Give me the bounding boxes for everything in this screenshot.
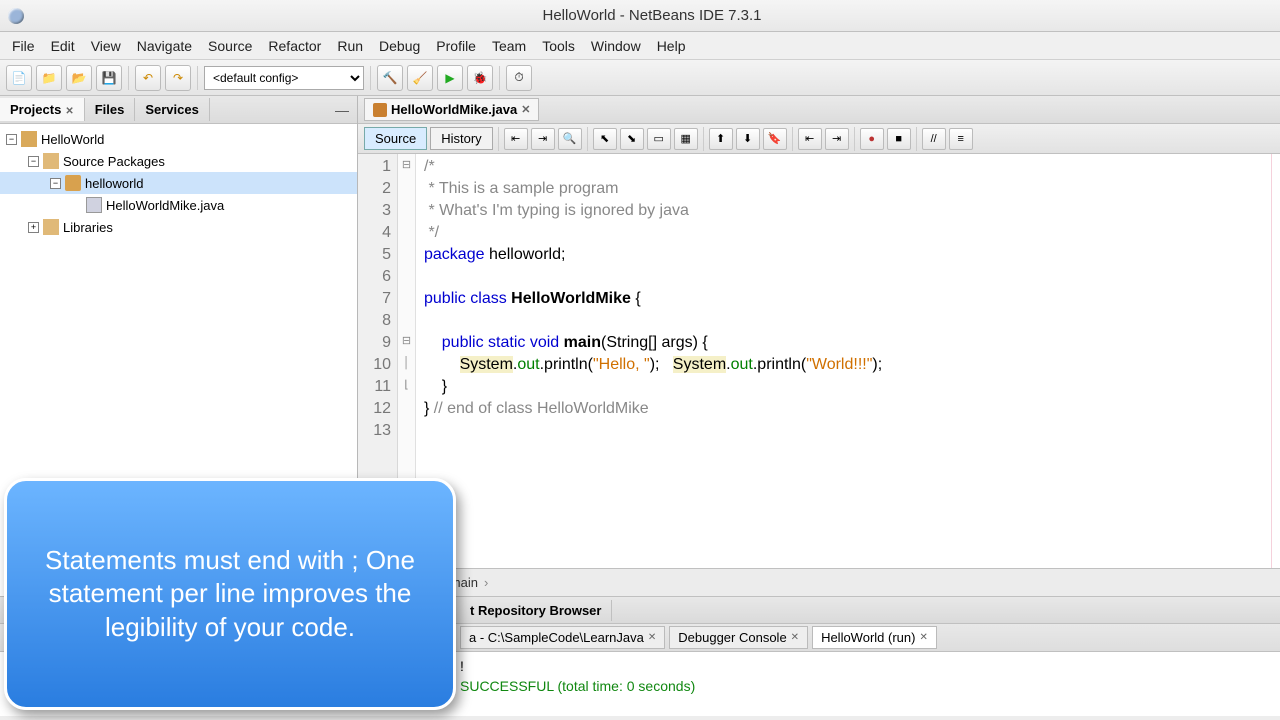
expand-icon[interactable]: −: [6, 134, 17, 145]
find-prev-button[interactable]: ⬉: [593, 128, 617, 150]
menu-navigate[interactable]: Navigate: [129, 35, 200, 57]
menu-view[interactable]: View: [83, 35, 129, 57]
menu-window[interactable]: Window: [583, 35, 649, 57]
tree-sources[interactable]: Source Packages: [63, 154, 165, 169]
menubar: File Edit View Navigate Source Refactor …: [0, 32, 1280, 60]
output-line: !: [460, 656, 1272, 676]
menu-profile[interactable]: Profile: [428, 35, 484, 57]
close-icon[interactable]: ✕: [648, 632, 656, 643]
output-tab-debugger[interactable]: Debugger Console✕: [669, 626, 808, 649]
close-icon[interactable]: ✕: [65, 106, 73, 117]
menu-edit[interactable]: Edit: [43, 35, 83, 57]
java-file-icon: [86, 197, 102, 213]
breadcrumb: Mike › main ›: [358, 568, 1280, 596]
menu-debug[interactable]: Debug: [371, 35, 428, 57]
menu-tools[interactable]: Tools: [534, 35, 583, 57]
shift-right-button[interactable]: ⇥: [825, 128, 849, 150]
output-line: SUCCESSFUL (total time: 0 seconds): [460, 676, 1272, 696]
tab-services[interactable]: Services: [135, 98, 210, 121]
menu-file[interactable]: File: [4, 35, 43, 57]
tab-projects[interactable]: Projects✕: [0, 98, 85, 121]
close-tab-icon[interactable]: ✕: [521, 103, 530, 116]
tree-libraries[interactable]: Libraries: [63, 220, 113, 235]
tree-file[interactable]: HelloWorldMike.java: [106, 198, 224, 213]
main-toolbar: 📄 📁 📂 💾 ↶ ↷ <default config> 🔨 🧹 ▶ 🐞 ⏱: [0, 60, 1280, 96]
tab-history[interactable]: History: [430, 127, 492, 150]
tab-files[interactable]: Files: [85, 98, 136, 121]
window-title: HelloWorld - NetBeans IDE 7.3.1: [32, 7, 1272, 24]
save-all-button[interactable]: 💾: [96, 65, 122, 91]
run-button[interactable]: ▶: [437, 65, 463, 91]
java-file-icon: [373, 103, 387, 117]
find-next-button[interactable]: ⬊: [620, 128, 644, 150]
prev-bookmark-button[interactable]: ⬆: [709, 128, 733, 150]
expand-icon[interactable]: −: [28, 156, 39, 167]
output-tab-run[interactable]: HelloWorld (run)✕: [812, 626, 937, 649]
libraries-icon: [43, 219, 59, 235]
code-editor[interactable]: 12345678910111213 ⊟ ⊟│⌊ /* * This is a s…: [358, 154, 1280, 568]
project-icon: [21, 131, 37, 147]
run-config-select[interactable]: <default config>: [204, 66, 364, 90]
editor-tab-label: HelloWorldMike.java: [391, 102, 517, 117]
build-button[interactable]: 🔨: [377, 65, 403, 91]
redo-button[interactable]: ↷: [165, 65, 191, 91]
next-bookmark-button[interactable]: ⬇: [736, 128, 760, 150]
new-file-button[interactable]: 📄: [6, 65, 32, 91]
new-project-button[interactable]: 📁: [36, 65, 62, 91]
tree-package[interactable]: helloworld: [85, 176, 144, 191]
tab-source[interactable]: Source: [364, 127, 427, 150]
code-content[interactable]: /* * This is a sample program * What's I…: [416, 154, 1280, 568]
profile-button[interactable]: ⏱: [506, 65, 532, 91]
undo-button[interactable]: ↶: [135, 65, 161, 91]
package-icon: [65, 175, 81, 191]
repo-browser-tab[interactable]: t Repository Browser: [460, 600, 612, 621]
toggle-rect-button[interactable]: ▦: [674, 128, 698, 150]
tip-callout: Statements must end with ; One statement…: [4, 478, 456, 710]
app-logo-icon: [8, 8, 24, 24]
tree-project[interactable]: HelloWorld: [41, 132, 104, 147]
expand-icon[interactable]: +: [28, 222, 39, 233]
output-tab-java[interactable]: a - C:\SampleCode\LearnJava✕: [460, 626, 665, 649]
macro-stop-button[interactable]: ■: [887, 128, 911, 150]
minimize-panel-button[interactable]: —: [335, 102, 349, 118]
uncomment-button[interactable]: ≡: [949, 128, 973, 150]
menu-run[interactable]: Run: [329, 35, 371, 57]
toggle-highlight-button[interactable]: ▭: [647, 128, 671, 150]
chevron-right-icon: ›: [484, 575, 488, 590]
titlebar: HelloWorld - NetBeans IDE 7.3.1: [0, 0, 1280, 32]
clean-build-button[interactable]: 🧹: [407, 65, 433, 91]
find-selection-button[interactable]: 🔍: [558, 128, 582, 150]
editor-panel: HelloWorldMike.java ✕ Source History ⇤ ⇥…: [358, 96, 1280, 596]
comment-button[interactable]: //: [922, 128, 946, 150]
menu-help[interactable]: Help: [649, 35, 694, 57]
menu-refactor[interactable]: Refactor: [260, 35, 329, 57]
debug-button[interactable]: 🐞: [467, 65, 493, 91]
sources-icon: [43, 153, 59, 169]
close-icon[interactable]: ✕: [791, 632, 799, 643]
last-edit-button[interactable]: ⇤: [504, 128, 528, 150]
open-project-button[interactable]: 📂: [66, 65, 92, 91]
editor-tab[interactable]: HelloWorldMike.java ✕: [364, 98, 539, 121]
expand-icon[interactable]: −: [50, 178, 61, 189]
callout-text: Statements must end with ; One statement…: [35, 544, 425, 644]
macro-record-button[interactable]: ●: [860, 128, 884, 150]
forward-button[interactable]: ⇥: [531, 128, 555, 150]
toggle-bookmark-button[interactable]: 🔖: [763, 128, 787, 150]
menu-team[interactable]: Team: [484, 35, 534, 57]
shift-left-button[interactable]: ⇤: [798, 128, 822, 150]
close-icon[interactable]: ✕: [919, 632, 927, 643]
menu-source[interactable]: Source: [200, 35, 260, 57]
